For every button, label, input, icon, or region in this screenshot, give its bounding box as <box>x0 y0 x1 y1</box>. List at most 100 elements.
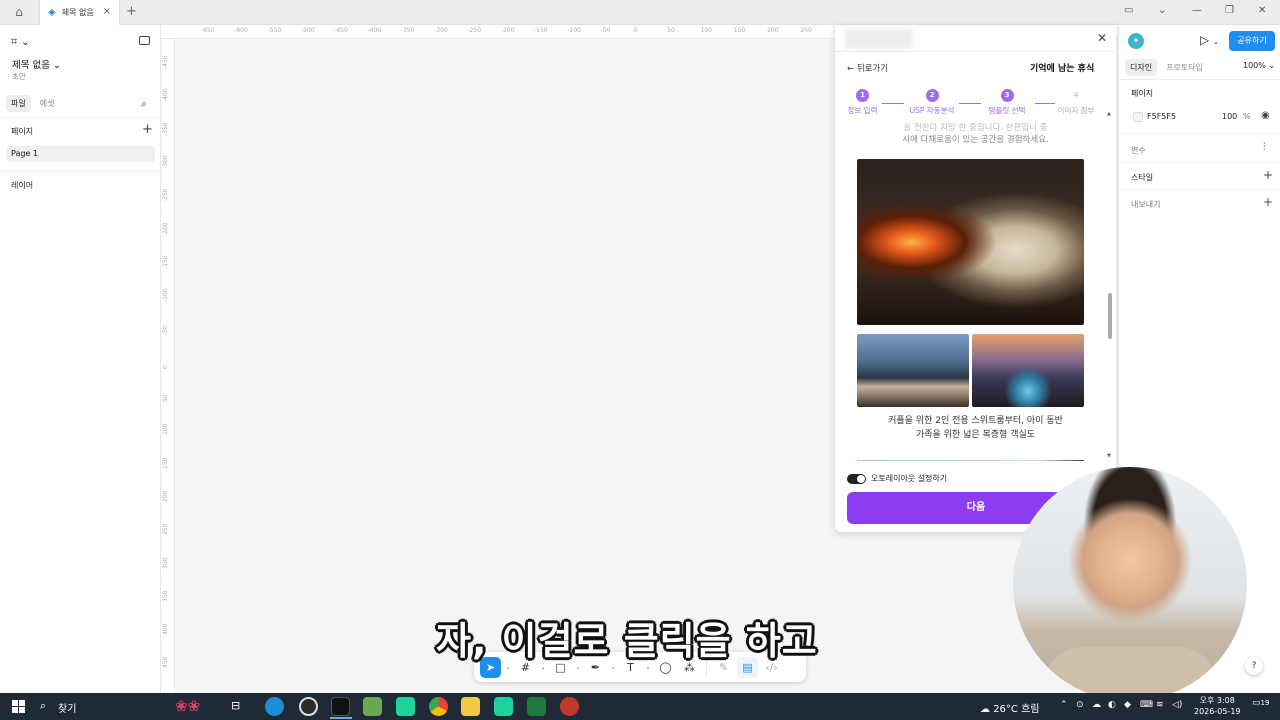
chevron-down-icon[interactable]: ⌄ <box>1158 5 1166 16</box>
eye-icon[interactable]: ◉ <box>1261 110 1270 121</box>
ruler-tick: -50 <box>600 27 611 34</box>
ruler-tick: 200 <box>767 27 779 34</box>
chrome-icon[interactable] <box>429 697 448 716</box>
step-number: 2 <box>925 89 939 102</box>
close-tab-icon[interactable]: × <box>103 6 111 17</box>
wifi-icon[interactable]: ≋ <box>1156 700 1164 710</box>
tab-files[interactable]: 파일 <box>6 95 31 112</box>
notification-icon[interactable]: ▭19 <box>1252 698 1269 708</box>
next-image-peek <box>857 460 1084 461</box>
taskbar-search[interactable]: 찾기 <box>58 700 76 715</box>
tab-assets[interactable]: 에셋 <box>35 95 60 112</box>
play-icon[interactable]: ▷ ⌄ <box>1200 33 1219 47</box>
tray-icon[interactable]: ◐ <box>1108 700 1116 710</box>
home-icon[interactable]: ⌂ <box>10 5 28 21</box>
clock[interactable]: 오후 3:08 2026-05-19 <box>1194 695 1241 717</box>
minimize-icon[interactable]: — <box>1192 5 1202 16</box>
add-export-icon[interactable]: + <box>1263 195 1273 209</box>
fireplace-image <box>857 159 1084 325</box>
step-4[interactable]: 4 이미지 첨부 <box>1055 89 1097 116</box>
step-1[interactable]: 1 정보 입력 <box>845 89 880 116</box>
preview-scroll-area[interactable]: 을 전한다 지망 한 중입니다. 한편입니 중 시에 다채로움이 있는 공간을 … <box>835 119 1116 461</box>
ruler-tick: -450 <box>162 55 169 69</box>
back-button[interactable]: ← 뒤로가기 <box>847 62 888 74</box>
caption-line: 커플을 위한 2인 전용 스위트룸부터, 아이 동반 <box>888 416 1063 426</box>
app-icon[interactable] <box>494 697 513 716</box>
edge-icon[interactable] <box>265 697 284 716</box>
ruler-tick: 0 <box>162 364 169 369</box>
step-3[interactable]: 3 템플릿 선택 <box>985 89 1029 116</box>
variables-heading: 변수 <box>1131 146 1146 155</box>
close-icon[interactable]: ✕ <box>1097 31 1107 45</box>
tray-icon[interactable]: ◆ <box>1124 700 1131 710</box>
window-icon[interactable]: ▭ <box>1124 5 1133 16</box>
close-window-icon[interactable]: ✕ <box>1258 5 1266 16</box>
ruler-tick: 450 <box>162 656 169 669</box>
app-icon[interactable] <box>396 697 415 716</box>
scrollbar-thumb[interactable] <box>1108 293 1112 339</box>
step-number: 3 <box>1000 89 1014 102</box>
bg-opacity-input[interactable]: 100 <box>1222 112 1237 121</box>
avatar[interactable]: ✦ <box>1128 33 1144 49</box>
ruler-tick: -350 <box>400 27 415 34</box>
task-view-icon[interactable]: ⊟ <box>231 699 247 715</box>
share-button[interactable]: 공유하기 <box>1229 31 1275 51</box>
layers-heading: 레이어 <box>11 181 34 190</box>
obs-icon[interactable] <box>299 697 318 716</box>
panel-toggle-icon[interactable] <box>139 36 150 45</box>
windows-start-icon[interactable] <box>12 700 25 713</box>
excel-icon[interactable] <box>527 697 546 716</box>
color-swatch[interactable] <box>1133 112 1143 122</box>
ruler-tick: -200 <box>500 27 515 34</box>
step-label: 정보 입력 <box>847 106 878 115</box>
maximize-icon[interactable]: ❐ <box>1225 5 1234 16</box>
volume-icon[interactable]: ◁) <box>1172 700 1182 710</box>
step-2[interactable]: 2 USP 자동분석 <box>907 89 957 116</box>
stepper: 1 정보 입력 2 USP 자동분석 3 템플릿 선택 4 이미지 첨부 <box>835 89 1116 119</box>
add-style-icon[interactable]: + <box>1263 168 1273 182</box>
tab-document[interactable]: ◈ 제목 없음 × <box>39 0 120 25</box>
divider <box>1119 189 1280 190</box>
step-label: USP 자동분석 <box>909 106 955 115</box>
file-status: 초안 <box>12 72 26 81</box>
tray-chevron-icon[interactable]: ⌃ <box>1060 700 1068 710</box>
divider <box>0 117 161 118</box>
search-icon[interactable]: ⌕ <box>141 97 147 111</box>
ruler-tick: 400 <box>162 623 169 636</box>
search-icon[interactable]: ⌕ <box>40 699 46 713</box>
ruler-tick: -300 <box>162 155 169 169</box>
image-caption: 커플을 위한 2인 전용 스위트룸부터, 아이 동반 가족을 위한 넓은 복층형… <box>835 414 1116 442</box>
image-app-icon[interactable] <box>363 697 382 716</box>
folder-icon[interactable] <box>461 697 480 716</box>
webcam-overlay <box>1013 467 1247 701</box>
step-number: 1 <box>856 89 869 102</box>
ruler-tick: 250 <box>162 523 169 536</box>
tray-icon[interactable]: ☁ <box>1092 700 1101 710</box>
video-subtitle: 자, 이걸로 클릭을 하고 <box>436 619 818 663</box>
ruler-tick: 100 <box>700 27 712 34</box>
ruler-tick: 0 <box>633 27 638 34</box>
scroll-up-icon[interactable]: ▲ <box>1107 111 1111 117</box>
weather-widget[interactable]: ☁ 26°C 흐림 <box>980 700 1039 715</box>
left-panel: ⌗ ⌄ 제목 없음 ⌄ 초안 파일 에셋 ⌕ 페이지 + Page 1 레이어 <box>0 25 161 693</box>
tab-design[interactable]: 디자인 <box>1125 59 1158 76</box>
figma-menu-icon[interactable]: ⌗ ⌄ <box>11 35 30 49</box>
keyboard-icon[interactable]: ⌨ <box>1140 700 1153 710</box>
ruler-tick: -400 <box>162 88 169 103</box>
new-tab-button[interactable]: + <box>126 4 137 19</box>
autolayout-toggle[interactable] <box>847 473 866 484</box>
tab-prototype[interactable]: 프로토타입 <box>1161 59 1208 76</box>
bg-hex-input[interactable]: F5F5F5 <box>1147 112 1176 121</box>
help-button[interactable]: ? <box>1245 657 1263 675</box>
sliders-icon[interactable]: ⫶ <box>1263 142 1266 153</box>
faded-text: 시에 다채로움이 있는 공간을 경험하세요. <box>902 135 1049 145</box>
zoom-select[interactable]: 100% ⌄ <box>1243 61 1275 70</box>
tray-icon[interactable]: ⊙ <box>1076 700 1084 710</box>
file-name[interactable]: 제목 없음 ⌄ <box>12 57 61 71</box>
scroll-down-icon[interactable]: ▼ <box>1107 453 1111 459</box>
figma-icon[interactable] <box>331 697 350 716</box>
add-page-icon[interactable]: + <box>142 122 153 137</box>
ruler-tick: -100 <box>567 27 581 34</box>
page-item-1[interactable]: Page 1 <box>6 146 155 162</box>
app-icon[interactable] <box>560 697 579 716</box>
